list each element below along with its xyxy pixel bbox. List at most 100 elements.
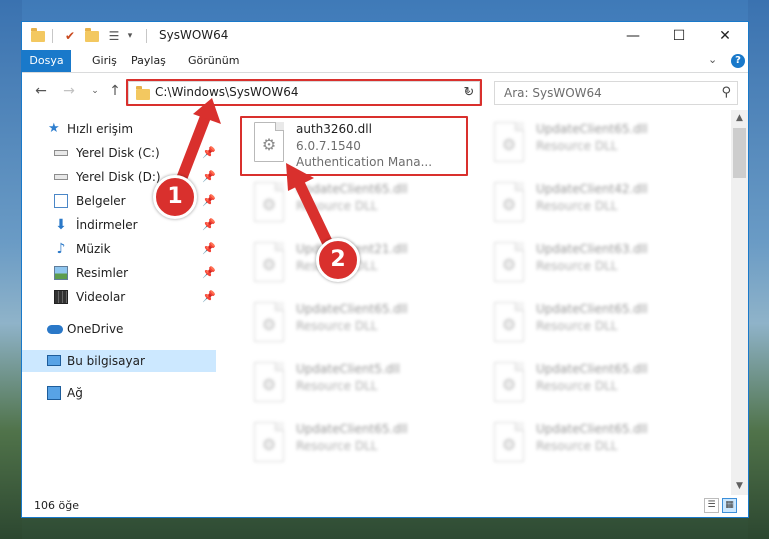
nav-label: Hızlı erişim (67, 122, 134, 136)
file-name: UpdateClient65.dll (296, 182, 408, 196)
sidebar-item-music[interactable]: ♪ Müzik 📌 (22, 238, 216, 260)
dll-file-icon: ⚙ (494, 122, 524, 162)
gear-icon: ⚙ (501, 195, 517, 214)
navigation-pane: ★ Hızlı erişim Yerel Disk (C:) 📌 Yerel D… (22, 110, 216, 495)
pin-icon[interactable]: 📌 (202, 286, 216, 308)
tab-share[interactable]: Paylaş (121, 50, 176, 72)
gear-icon: ⚙ (501, 375, 517, 394)
file-type: Resource DLL (536, 199, 618, 213)
divider (146, 29, 147, 43)
properties-icon[interactable]: ✔ (62, 27, 78, 45)
sidebar-item-pictures[interactable]: Resimler 📌 (22, 262, 216, 284)
nav-quick-access[interactable]: ★ Hızlı erişim (22, 118, 216, 140)
pictures-icon (54, 266, 68, 280)
file-item[interactable]: ⚙ UpdateClient65.dll Resource DLL (482, 358, 712, 414)
file-name: UpdateClient65.dll (536, 362, 648, 376)
file-name: UpdateClient5.dll (296, 362, 400, 376)
pin-icon[interactable]: 📌 (202, 214, 216, 236)
vertical-scrollbar[interactable]: ▲ ▼ (731, 110, 748, 495)
address-highlight-box (126, 79, 482, 106)
large-icons-view-icon[interactable]: ▦ (722, 498, 737, 513)
file-item[interactable]: ⚙ UpdateClient65.dll Resource DLL (242, 178, 472, 234)
music-icon: ♪ (56, 241, 66, 257)
ribbon-tabs: Dosya Giriş Paylaş Görünüm ⌄ ? (22, 50, 748, 73)
scroll-up-icon[interactable]: ▲ (731, 110, 748, 127)
tab-view[interactable]: Görünüm (178, 50, 249, 72)
nav-label: Videolar (76, 290, 126, 304)
sidebar-item-videos[interactable]: Videolar 📌 (22, 286, 216, 308)
help-icon[interactable]: ? (731, 54, 745, 68)
network-icon (47, 386, 61, 400)
sidebar-item-downloads[interactable]: ⬇ İndirmeler 📌 (22, 214, 216, 236)
pin-icon[interactable]: 📌 (202, 238, 216, 260)
nav-label: Bu bilgisayar (67, 354, 145, 368)
scrollbar-thumb[interactable] (733, 128, 746, 178)
sidebar-item-local-disk-c[interactable]: Yerel Disk (C:) 📌 (22, 142, 216, 164)
status-bar: 106 öğe ☰ ▦ (22, 495, 748, 517)
search-input[interactable]: Ara: SysWOW64 ⚲ (494, 81, 738, 105)
back-button[interactable]: ← (32, 82, 50, 100)
up-button[interactable]: ↑ (106, 82, 124, 100)
cloud-icon (47, 325, 63, 334)
tab-file[interactable]: Dosya (22, 50, 71, 72)
new-folder-icon[interactable] (84, 27, 100, 45)
gear-icon: ⚙ (261, 195, 277, 214)
customize-toolbar-icon[interactable]: ☰ (106, 27, 122, 45)
file-item[interactable]: ⚙ UpdateClient65.dll Resource DLL (482, 418, 712, 474)
dll-file-icon: ⚙ (494, 182, 524, 222)
file-name: UpdateClient65.dll (536, 122, 648, 136)
file-type: Resource DLL (296, 199, 378, 213)
nav-label: Yerel Disk (C:) (76, 146, 160, 160)
dll-file-icon: ⚙ (254, 182, 284, 222)
nav-label: OneDrive (67, 322, 124, 336)
gear-icon: ⚙ (501, 255, 517, 274)
item-count: 106 öğe (34, 499, 79, 512)
file-item[interactable]: ⚙ UpdateClient63.dll Resource DLL (482, 238, 712, 294)
desktop-background-right (748, 0, 769, 539)
forward-button[interactable]: → (60, 82, 78, 100)
pin-icon[interactable]: 📌 (202, 190, 216, 212)
file-type: Resource DLL (296, 319, 378, 333)
nav-label: Yerel Disk (D:) (76, 170, 161, 184)
scroll-down-icon[interactable]: ▼ (731, 478, 748, 495)
file-name: UpdateClient65.dll (536, 302, 648, 316)
file-type: Resource DLL (536, 139, 618, 153)
gear-icon: ⚙ (261, 255, 277, 274)
dll-file-icon: ⚙ (494, 422, 524, 462)
dll-file-icon: ⚙ (494, 242, 524, 282)
search-placeholder: Ara: SysWOW64 (504, 86, 602, 100)
folder-icon (30, 27, 46, 45)
step-2-badge: 2 (316, 238, 360, 282)
desktop-background-left (0, 0, 22, 539)
chevron-down-icon[interactable]: ▾ (122, 27, 138, 45)
star-icon: ★ (48, 121, 60, 136)
details-view-icon[interactable]: ☰ (704, 498, 719, 513)
pin-icon[interactable]: 📌 (202, 142, 216, 164)
recent-locations-button[interactable]: ⌄ (86, 82, 104, 100)
file-name: UpdateClient65.dll (296, 302, 408, 316)
file-type: Resource DLL (536, 319, 618, 333)
close-button[interactable]: ✕ (702, 22, 748, 50)
file-highlight-box (240, 116, 468, 176)
file-item[interactable]: ⚙ UpdateClient65.dll Resource DLL (482, 118, 712, 174)
file-item[interactable]: ⚙ UpdateClient42.dll Resource DLL (482, 178, 712, 234)
file-item[interactable]: ⚙ UpdateClient65.dll Resource DLL (242, 298, 472, 354)
dll-file-icon: ⚙ (494, 302, 524, 342)
minimize-button[interactable]: — (610, 22, 656, 50)
documents-icon (54, 194, 68, 208)
dll-file-icon: ⚙ (254, 362, 284, 402)
file-type: Resource DLL (536, 439, 618, 453)
pin-icon[interactable]: 📌 (202, 262, 216, 284)
sidebar-item-onedrive[interactable]: OneDrive (22, 318, 216, 340)
expand-ribbon-icon[interactable]: ⌄ (708, 53, 717, 66)
sidebar-item-this-pc[interactable]: Bu bilgisayar (22, 350, 216, 372)
sidebar-item-network[interactable]: Ağ (22, 382, 216, 404)
file-item[interactable]: ⚙ UpdateClient5.dll Resource DLL (242, 358, 472, 414)
pin-icon[interactable]: 📌 (202, 166, 216, 188)
drive-icon (54, 174, 68, 180)
file-name: UpdateClient65.dll (536, 422, 648, 436)
search-icon: ⚲ (721, 85, 731, 100)
file-item[interactable]: ⚙ UpdateClient65.dll Resource DLL (482, 298, 712, 354)
maximize-button[interactable]: ☐ (656, 22, 702, 50)
file-item[interactable]: ⚙ UpdateClient65.dll Resource DLL (242, 418, 472, 474)
